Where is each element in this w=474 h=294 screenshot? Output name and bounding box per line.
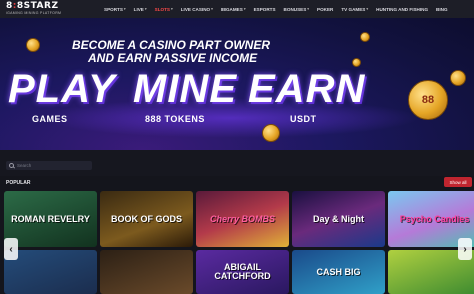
nav-item-live[interactable]: LIVE ▾ (130, 0, 151, 18)
game-tile[interactable]: Cherry BOMBS (196, 191, 289, 247)
banner-headline-earn: EARN (248, 67, 366, 111)
game-title: Day & Night (312, 213, 364, 224)
banner-subtitle-line-1: BECOME A CASINO PART OWNER (72, 38, 271, 52)
coin-icon: 88 (408, 80, 448, 120)
top-navigation-bar: 8:8STARZ iGAMING MINING PLATFORM SPORTS ▾… (0, 0, 474, 18)
coin-icon (26, 38, 40, 52)
game-tile[interactable]: Day & Night (292, 191, 385, 247)
nav-item-88games[interactable]: 88GAMES ▾ (217, 0, 250, 18)
site-logo[interactable]: 8:8STARZ iGAMING MINING PLATFORM (0, 0, 100, 18)
banner-headline-mine: MINE (133, 67, 237, 111)
chevron-down-icon: ▾ (307, 7, 310, 11)
promo-banner[interactable]: 88 BECOME A CASINO PART OWNER AND EARN P… (0, 18, 474, 150)
nav-item-bonuses[interactable]: BONUSES ▾ (280, 0, 313, 18)
arrow-right-icon[interactable]: › (458, 238, 472, 260)
game-tile[interactable] (100, 250, 193, 294)
game-tile[interactable]: ROMAN REVELRY (4, 191, 97, 247)
nav-item-esports[interactable]: ESPORTS (250, 0, 280, 18)
chevron-down-icon: ▾ (366, 7, 369, 11)
game-title: ROMAN REVELRY (11, 213, 90, 224)
nav-item-poker[interactable]: POKER (313, 0, 337, 18)
chevron-down-icon: ▾ (123, 7, 126, 11)
game-title: ABIGAIL CATCHFORD (214, 262, 271, 281)
banner-label-games: GAMES (32, 114, 68, 124)
game-grid: ROMAN REVELRY BOOK OF GODS Cherry BOMBS … (4, 191, 474, 294)
coin-icon (450, 70, 466, 86)
game-title: BOOK OF GODS (110, 213, 182, 224)
chevron-down-icon: ▾ (170, 7, 173, 11)
nav-item-sports[interactable]: SPORTS ▾ (100, 0, 130, 18)
banner-headline-play: PLAY (8, 67, 116, 111)
chevron-down-icon: ▾ (144, 7, 147, 11)
section-title: POPULAR (6, 180, 31, 186)
chevron-down-icon: ▾ (243, 7, 246, 11)
nav-item-slots[interactable]: SLOTS ▾ (151, 0, 177, 18)
search-input[interactable]: Search (6, 161, 92, 170)
logo-wordmark: 8:8STARZ (6, 1, 59, 11)
game-title: Cherry BOMBS (209, 213, 275, 224)
chevron-down-icon: ▾ (211, 7, 213, 11)
logo-tagline: iGAMING MINING PLATFORM (6, 11, 62, 15)
search-placeholder: Search (17, 163, 32, 168)
banner-label-usdt: USDT (290, 114, 317, 124)
game-title: CASH BIG (316, 266, 361, 277)
game-title: Psycho Candies (399, 213, 470, 224)
nav-item-live-casino[interactable]: LIVE CASINO ▾ (177, 0, 217, 18)
search-icon (9, 163, 14, 168)
main-nav: SPORTS ▾ LIVE ▾ SLOTS ▾ LIVE CASINO ▾ 88GAME… (100, 0, 452, 18)
banner-label-tokens: 888 TOKENS (145, 114, 205, 124)
nav-item-hunting-and-fishing[interactable]: HUNTING AND FISHING (372, 0, 432, 18)
arrow-left-icon[interactable]: ‹ (4, 238, 18, 260)
coin-icon (360, 32, 370, 42)
nav-item-bing[interactable]: BING (432, 0, 451, 18)
coin-icon (262, 124, 280, 142)
show-all-button[interactable]: Show all (444, 177, 472, 187)
nav-item-tv-games[interactable]: TV GAMES ▾ (337, 0, 372, 18)
game-tile[interactable]: CASH BIG (292, 250, 385, 294)
banner-subtitle-line-2: AND EARN PASSIVE INCOME (88, 51, 258, 65)
game-tile[interactable]: ABIGAIL CATCHFORD (196, 250, 289, 294)
game-tile[interactable]: BOOK OF GODS (100, 191, 193, 247)
